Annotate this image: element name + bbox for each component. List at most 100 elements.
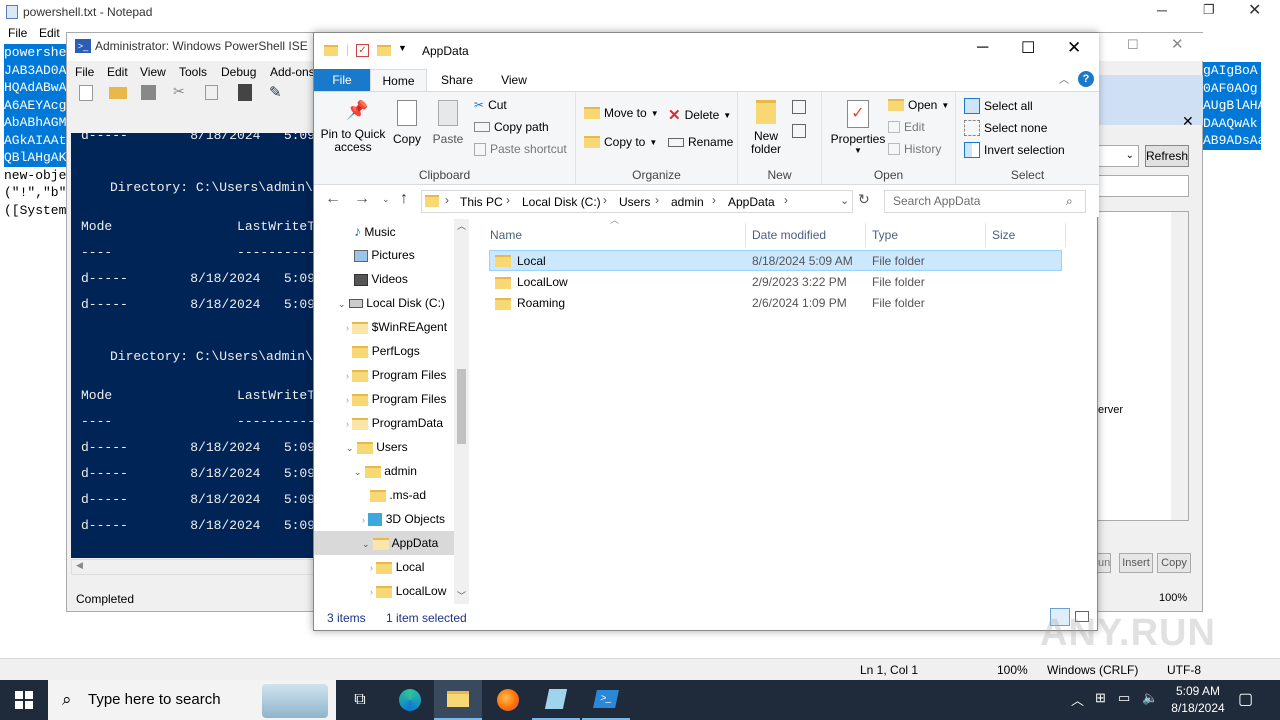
menu-file[interactable]: File: [75, 65, 94, 79]
pin-quick-access-button[interactable]: 📌 Pin to Quick access: [320, 100, 386, 154]
horizontal-scrollbar[interactable]: ◀: [71, 559, 314, 575]
nav-item-admin[interactable]: ⌄ admin: [354, 459, 469, 483]
insert-button[interactable]: Insert: [1119, 553, 1153, 573]
move-to-button[interactable]: Move to ▼: [584, 106, 659, 120]
maximize-button[interactable]: ☐: [1021, 38, 1035, 58]
paste-icon[interactable]: [238, 84, 252, 101]
invert-selection-button[interactable]: Invert selection: [964, 142, 1065, 158]
nav-item-3d-objects[interactable]: › 3D Objects: [362, 507, 469, 531]
delete-button[interactable]: ✕ Delete ▼: [668, 106, 731, 124]
powershell-ise-icon[interactable]: >_: [582, 680, 630, 720]
nav-item-program-files[interactable]: › Program Files: [346, 363, 469, 387]
nav-item-users[interactable]: ⌄ Users: [346, 435, 469, 459]
column-type[interactable]: Type: [866, 223, 986, 247]
minimize-button[interactable]: ─: [1157, 2, 1167, 18]
clear-icon[interactable]: ✎: [269, 83, 282, 101]
breadcrumb-this-pc[interactable]: This PC: [460, 195, 503, 209]
chevron-down-icon[interactable]: ⌄: [840, 194, 849, 207]
network-icon[interactable]: ⊞: [1095, 690, 1106, 706]
collapse-ribbon-icon[interactable]: ︿: [1059, 71, 1069, 86]
back-arrow-icon[interactable]: ←: [325, 190, 341, 208]
firefox-icon[interactable]: [484, 680, 532, 720]
chevron-up-icon[interactable]: ︿: [1071, 690, 1084, 709]
clock[interactable]: 5:09 AM 8/18/2024: [1166, 683, 1230, 717]
breadcrumb-admin[interactable]: admin: [671, 195, 704, 209]
column-date-modified[interactable]: Date modified: [746, 223, 866, 247]
open-button[interactable]: Open ▼: [888, 98, 949, 112]
copy-button[interactable]: Copy: [390, 100, 424, 146]
copy-to-button[interactable]: Copy to ▼: [584, 135, 657, 149]
paste-button[interactable]: Paste: [431, 100, 465, 146]
paste-shortcut-button[interactable]: Paste shortcut: [474, 142, 567, 156]
refresh-button[interactable]: Refresh: [1145, 145, 1189, 167]
edit-button[interactable]: Edit: [888, 120, 925, 134]
start-button[interactable]: [0, 680, 48, 720]
scroll-down-icon[interactable]: ﹀: [457, 589, 466, 602]
menu-debug[interactable]: Debug: [221, 65, 256, 79]
tab-share[interactable]: Share: [427, 69, 487, 91]
button-partial[interactable]: un: [1097, 553, 1111, 573]
copy-path-button[interactable]: Copy path: [474, 120, 549, 134]
menu-addons[interactable]: Add-ons: [270, 65, 315, 79]
nav-scrollbar[interactable]: ︿ ﹀: [454, 219, 469, 604]
menu-tools[interactable]: Tools: [179, 65, 207, 79]
menu-view[interactable]: View: [140, 65, 166, 79]
properties-icon[interactable]: ✓: [356, 44, 369, 57]
search-input[interactable]: Search AppData: [884, 190, 1086, 213]
forward-arrow-icon[interactable]: →: [354, 190, 370, 208]
new-folder-button[interactable]: New folder: [748, 100, 784, 156]
nav-item-program-files-x86[interactable]: › Program Files: [346, 387, 469, 411]
task-view-icon[interactable]: ⧉: [336, 680, 384, 720]
close-button[interactable]: ✕: [1248, 0, 1261, 20]
dropdown[interactable]: ⌄: [1097, 145, 1139, 167]
cut-icon[interactable]: ✂: [173, 83, 185, 100]
rename-button[interactable]: Rename: [668, 135, 733, 149]
help-icon[interactable]: ?: [1078, 71, 1094, 87]
edge-icon[interactable]: [386, 680, 434, 720]
file-row[interactable]: Roaming 2/6/2024 1:09 PM File folder: [489, 293, 1062, 314]
menu-edit[interactable]: Edit: [39, 26, 60, 40]
select-all-button[interactable]: Select all: [964, 98, 1033, 114]
close-button[interactable]: ✕: [1171, 35, 1184, 53]
menu-file[interactable]: File: [8, 26, 27, 40]
notifications-icon[interactable]: ▢: [1238, 689, 1253, 709]
save-icon[interactable]: [141, 85, 156, 100]
refresh-icon[interactable]: ↻: [858, 191, 870, 208]
notepad-icon[interactable]: [532, 680, 580, 720]
up-arrow-icon[interactable]: ↑: [400, 190, 408, 208]
volume-icon[interactable]: 🔈: [1142, 690, 1158, 706]
taskbar-search[interactable]: ⌕ Type here to search: [48, 680, 336, 720]
nav-item-winreagent[interactable]: › $WinREAgent: [346, 315, 469, 339]
minimize-button[interactable]: ─: [977, 39, 988, 57]
chevron-down-icon[interactable]: ▼: [398, 43, 407, 53]
nav-item-pictures[interactable]: Pictures: [354, 243, 469, 267]
tab-view[interactable]: View: [487, 69, 541, 91]
nav-item-appdata[interactable]: ⌄ AppData: [314, 531, 456, 555]
maximize-button[interactable]: ☐: [1127, 37, 1139, 53]
history-button[interactable]: History: [888, 142, 941, 156]
copy-button[interactable]: Copy: [1157, 553, 1191, 573]
input-field[interactable]: [1097, 175, 1189, 197]
breadcrumb-local-disk[interactable]: Local Disk (C:): [522, 195, 601, 209]
scroll-thumb[interactable]: [457, 369, 466, 444]
select-none-button[interactable]: Select none: [964, 120, 1047, 136]
restore-button[interactable]: ❐: [1203, 2, 1215, 18]
breadcrumb-users[interactable]: Users: [619, 195, 650, 209]
easy-access-icon[interactable]: [792, 124, 806, 138]
nav-item-programdata[interactable]: › ProgramData: [346, 411, 469, 435]
nav-item-perflogs[interactable]: › PerfLogs: [346, 339, 469, 363]
tab-file[interactable]: File: [314, 69, 370, 91]
file-row[interactable]: Local 8/18/2024 5:09 AM File folder: [489, 250, 1062, 271]
tab-home[interactable]: Home: [370, 69, 427, 91]
copy-icon[interactable]: [205, 85, 218, 100]
close-panel-icon[interactable]: ✕: [1182, 113, 1194, 130]
column-name[interactable]: Name: [484, 223, 746, 247]
new-item-icon[interactable]: [792, 100, 806, 114]
open-folder-icon[interactable]: [109, 87, 127, 99]
breadcrumb-appdata[interactable]: AppData: [728, 195, 775, 209]
network-icon[interactable]: ▭: [1118, 690, 1130, 706]
new-file-icon[interactable]: [79, 85, 93, 101]
nav-item-local-disk[interactable]: ⌄ Local Disk (C:): [338, 291, 469, 315]
column-size[interactable]: Size: [986, 223, 1066, 247]
nav-item-music[interactable]: ♪ Music: [354, 219, 469, 243]
